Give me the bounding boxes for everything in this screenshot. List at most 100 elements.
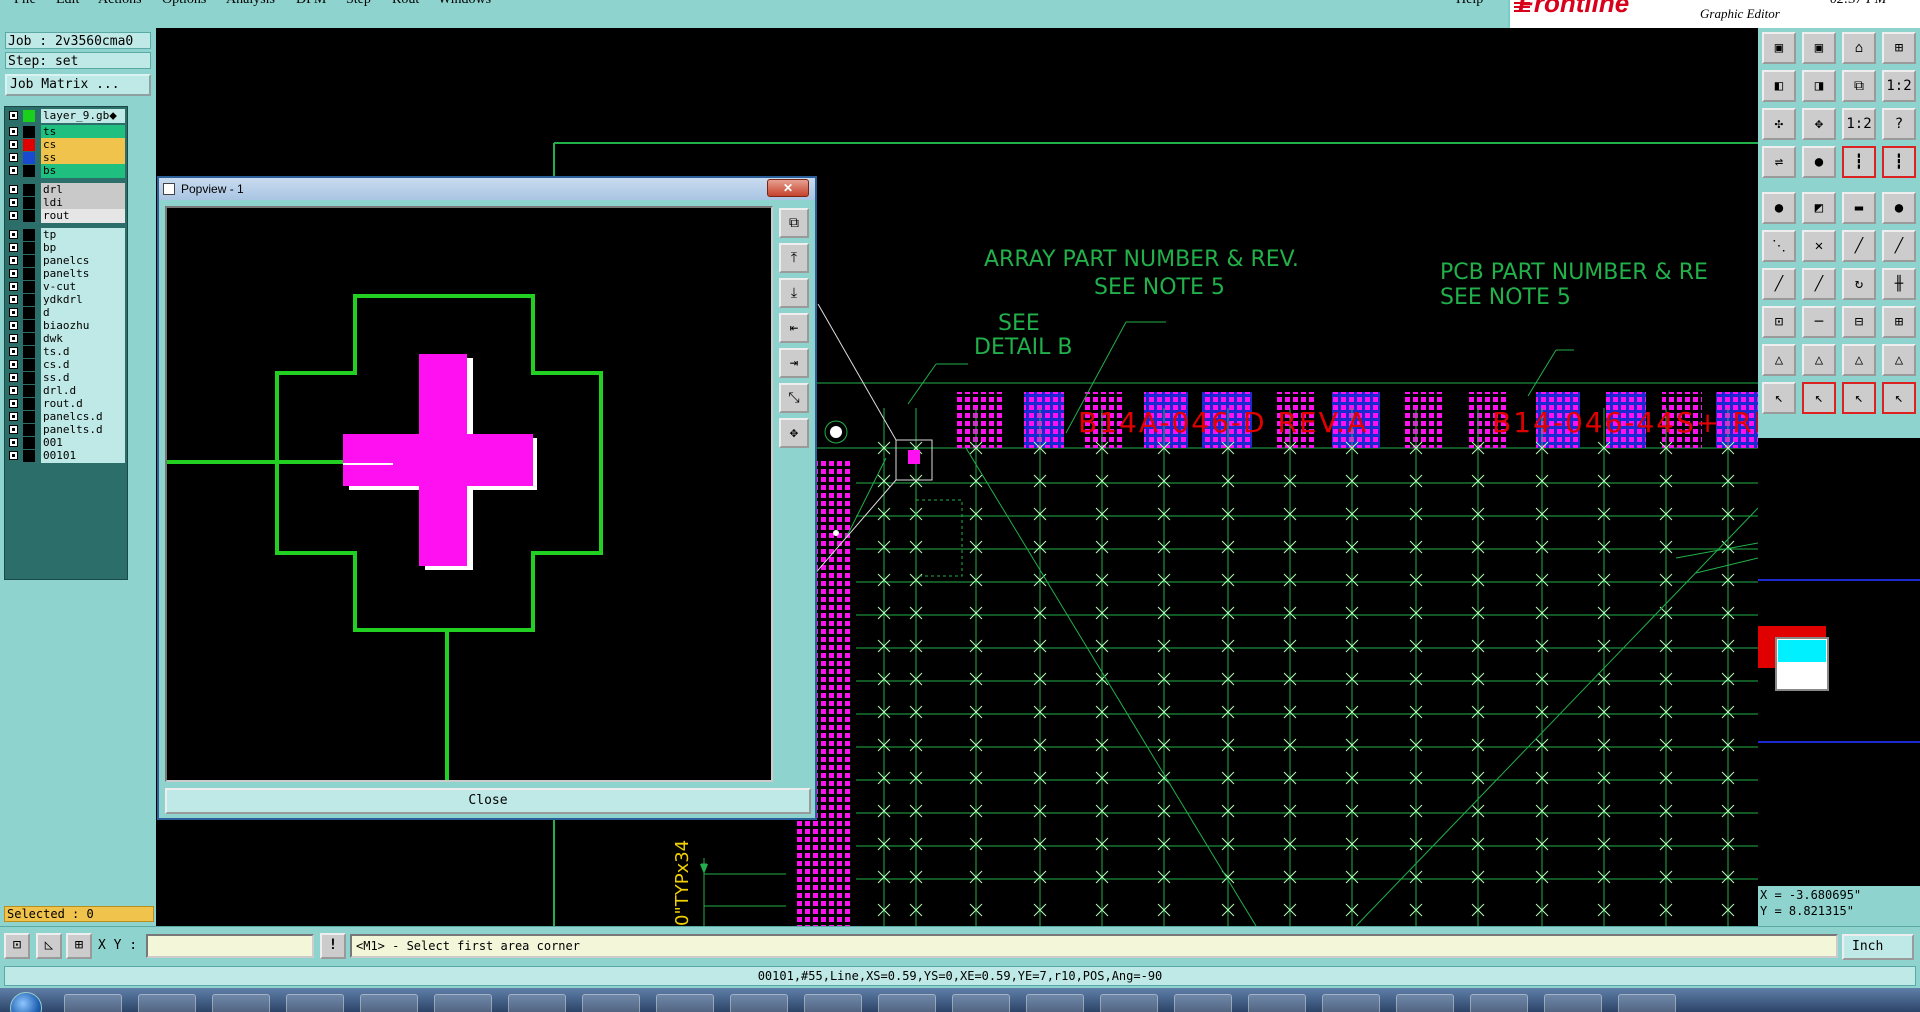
help-icon[interactable]: ? [1882,108,1916,140]
layer-checkbox[interactable] [9,111,18,120]
layer-name[interactable]: panelcs [41,254,125,268]
layer-checkbox[interactable] [9,256,18,265]
layer-checkbox[interactable] [9,198,18,207]
layer-color-swatch[interactable] [23,359,35,371]
units-selector[interactable]: Inch [1842,934,1914,960]
pv-left-icon[interactable]: ⇤ [779,313,809,343]
start-orb-icon[interactable] [10,992,42,1012]
layer-checkbox[interactable] [9,347,18,356]
layer-checkbox[interactable] [9,295,18,304]
move-down-icon[interactable]: ▣ [1802,32,1836,64]
menu-file[interactable]: File [14,0,36,8]
layer-name[interactable]: 00101 [41,449,125,463]
xy-input[interactable] [146,934,314,958]
taskbar-item[interactable] [656,994,714,1012]
pv-up-icon[interactable]: ⤒ [779,243,809,273]
layer-row[interactable]: 00101 [7,449,125,463]
window-close-button[interactable]: ✕ [767,179,809,197]
layer-row[interactable]: bs [7,164,125,178]
layer-row[interactable]: drl [7,183,125,197]
layer-checkbox[interactable] [9,243,18,252]
layer-color-swatch[interactable] [23,346,35,358]
triangle-icon[interactable]: △ [1762,344,1796,376]
menu-help[interactable]: Help [1456,0,1483,8]
layer-color-swatch[interactable] [23,184,35,196]
triangle-c-icon[interactable]: △ [1882,344,1916,376]
layer-name[interactable]: ss [41,151,125,165]
slash-icon[interactable]: ╱ [1802,268,1836,300]
select-alt-icon[interactable]: ↖ [1802,382,1836,414]
layer-name[interactable]: cs [41,138,125,152]
popview-canvas[interactable] [165,206,773,782]
layer-checkbox[interactable] [9,438,18,447]
layer-name[interactable]: 001 [41,436,125,450]
layer-row[interactable]: cs [7,138,125,152]
layer-row[interactable]: ss.d [7,371,125,385]
layer-color-swatch[interactable] [23,385,35,397]
layer-checkbox[interactable] [9,373,18,382]
taskbar-item[interactable] [582,994,640,1012]
layer-checkbox[interactable] [9,127,18,136]
select-icon[interactable]: ↖ [1762,382,1796,414]
layer-name[interactable]: drl [41,183,125,197]
layer-name[interactable]: dwk [41,332,125,346]
menu-analysis[interactable]: Analysis [226,0,275,8]
split-vertical-icon[interactable]: ┇ [1842,146,1876,178]
layer-color-swatch[interactable] [23,450,35,462]
layer-name[interactable]: ldi [41,196,125,210]
pv-zoom-out-icon[interactable]: ✥ [779,418,809,448]
layer-row[interactable]: ss [7,151,125,165]
layer-row[interactable]: layer_9.gb⬥ [7,109,125,123]
taskbar-item[interactable] [1026,994,1084,1012]
popview-titlebar[interactable]: Popview - 1 [159,178,815,200]
taskbar-item[interactable] [138,994,196,1012]
layer-color-swatch[interactable] [23,398,35,410]
layer-row[interactable]: bp [7,241,125,255]
triangle-b-icon[interactable]: △ [1842,344,1876,376]
menu-rout[interactable]: Rout [392,0,419,8]
layer-checkbox[interactable] [9,140,18,149]
menu-actions[interactable]: Actions [98,0,142,8]
taskbar-item[interactable] [804,994,862,1012]
resize-icon[interactable]: ⊟ [1842,306,1876,338]
taskbar-item[interactable] [286,994,344,1012]
layer-name[interactable]: ts [41,125,125,139]
layer-name[interactable]: ss.d [41,371,125,385]
taskbar-item[interactable] [1470,994,1528,1012]
probe-icon[interactable]: ● [1802,146,1836,178]
taskbar-item[interactable] [1396,994,1454,1012]
layer-row[interactable]: ts [7,125,125,139]
taskbar-item[interactable] [952,994,1010,1012]
grid-icon[interactable]: ⊞ [66,933,92,959]
menu-options[interactable]: Options [162,0,206,8]
taskbar-item[interactable] [212,994,270,1012]
taskbar-item[interactable] [1174,994,1232,1012]
select-multi-icon[interactable]: ↖ [1882,382,1916,414]
layer-checkbox[interactable] [9,185,18,194]
popview-close-button[interactable]: Close [165,788,811,814]
layer-color-swatch[interactable] [23,242,35,254]
group-icon[interactable]: ⊞ [1882,306,1916,338]
layer-name[interactable]: tp [41,228,125,242]
layer-checkbox[interactable] [9,386,18,395]
layer-checkbox[interactable] [9,321,18,330]
minus-icon[interactable]: ─ [1802,306,1836,338]
layer-checkbox[interactable] [9,334,18,343]
layer-color-swatch[interactable] [23,307,35,319]
layer-checkbox[interactable] [9,166,18,175]
layer-checkbox[interactable] [9,282,18,291]
layer-color-swatch[interactable] [23,411,35,423]
taskbar-item[interactable] [1544,994,1602,1012]
scale-icon[interactable]: 1:2 [1842,108,1876,140]
layer-row[interactable]: biaozhu [7,319,125,333]
layer-row[interactable]: d [7,306,125,320]
layer-color-swatch[interactable] [23,294,35,306]
move-up-icon[interactable]: ▣ [1762,32,1796,64]
layer-row[interactable]: v-cut [7,280,125,294]
layer-name[interactable]: drl.d [41,384,125,398]
layer-color-swatch[interactable] [23,281,35,293]
layer-row[interactable]: ts.d [7,345,125,359]
layer-checkbox[interactable] [9,399,18,408]
layer-row[interactable]: dwk [7,332,125,346]
layer-name[interactable]: bs [41,164,125,178]
